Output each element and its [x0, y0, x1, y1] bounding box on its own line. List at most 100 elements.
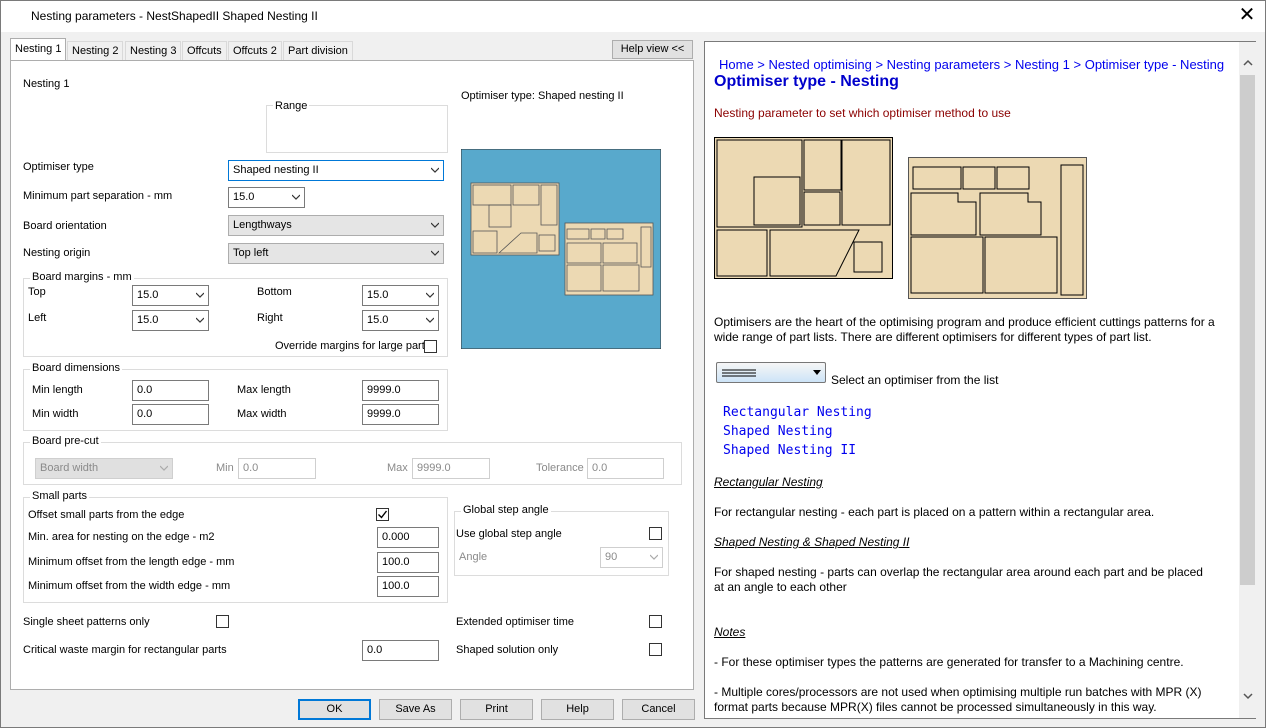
breadcrumb-nesting-1[interactable]: Nesting 1 [1015, 57, 1070, 72]
optimiser-preview-label: Optimiser type: Shaped nesting II [461, 90, 624, 102]
help-button[interactable]: Help [541, 699, 614, 720]
min-area-label: Min. area for nesting on the edge - m2 [28, 531, 215, 543]
single-sheet-checkbox[interactable] [216, 615, 229, 628]
shaped-text: For shaped nesting - parts can overlap t… [714, 565, 1203, 594]
scroll-thumb[interactable] [1240, 75, 1255, 585]
board-orientation-select[interactable]: Lengthways [228, 215, 444, 236]
range-label: Range [273, 100, 310, 112]
chevron-down-icon [196, 317, 204, 323]
angle-select[interactable]: 90 [600, 547, 663, 568]
chevron-down-icon [431, 167, 439, 173]
angle-value: 90 [605, 551, 618, 563]
nesting-origin-select[interactable]: Top left [228, 243, 444, 264]
tab-part-division[interactable]: Part division [283, 41, 353, 60]
offset-small-parts-label: Offset small parts from the edge [28, 509, 185, 521]
optimiser-list-select[interactable] [716, 362, 826, 383]
shaped-solution-checkbox[interactable] [649, 643, 662, 656]
min-length-input[interactable]: 0.0 [132, 380, 209, 401]
tab-offcuts-2[interactable]: Offcuts 2 [228, 41, 282, 60]
range-group [266, 105, 448, 153]
margin-left-label: Left [28, 312, 47, 324]
margin-right-select[interactable]: 15.0 [362, 310, 439, 331]
rect-heading: Rectangular Nesting [714, 475, 823, 489]
shaped-solution-label: Shaped solution only [456, 644, 559, 656]
margin-top-select[interactable]: 15.0 [132, 285, 209, 306]
link-shaped-nesting[interactable]: Shaped Nesting [723, 424, 833, 439]
precut-mode-value: Board width [40, 462, 99, 474]
chevron-down-icon [431, 250, 439, 256]
min-offset-width-label: Minimum offset from the width edge - mm [28, 580, 231, 592]
breadcrumb-home[interactable]: Home [719, 57, 754, 72]
save-as-button[interactable]: Save As [379, 699, 452, 720]
rect-text: For rectangular nesting - each part is p… [714, 505, 1155, 519]
chevron-down-icon [292, 194, 300, 200]
help-title: Optimiser type - Nesting [714, 73, 899, 90]
chevron-down-icon [426, 292, 434, 298]
max-length-label: Max length [237, 384, 291, 396]
scroll-down-icon[interactable] [1243, 692, 1253, 700]
section-title: Nesting 1 [23, 78, 70, 90]
cancel-button[interactable]: Cancel [622, 699, 695, 720]
rectangular-nesting-diagram [714, 137, 893, 279]
min-offset-length-label: Minimum offset from the length edge - mm [28, 556, 235, 568]
max-length-input[interactable]: 9999.0 [362, 380, 439, 401]
scroll-up-icon[interactable] [1243, 59, 1253, 67]
extended-time-label: Extended optimiser time [456, 616, 574, 628]
chevron-down-icon [196, 292, 204, 298]
min-part-separation-select[interactable]: 15.0 [228, 187, 305, 208]
critical-waste-input[interactable]: 0.0 [362, 640, 439, 661]
breadcrumb-nesting-parameters[interactable]: Nesting parameters [887, 57, 1000, 72]
title-bar: Nesting parameters - NestShapedII Shaped… [1, 1, 1265, 32]
optimiser-type-label: Optimiser type [23, 161, 94, 173]
optimiser-type-select[interactable]: Shaped nesting II [228, 160, 444, 181]
link-rectangular-nesting[interactable]: Rectangular Nesting [723, 405, 872, 420]
extended-time-checkbox[interactable] [649, 615, 662, 628]
tab-offcuts[interactable]: Offcuts [182, 41, 227, 60]
optimiser-type-value: Shaped nesting II [233, 164, 319, 176]
min-width-input[interactable]: 0.0 [132, 404, 209, 425]
shaped-heading: Shaped Nesting & Shaped Nesting II [714, 535, 910, 549]
precut-tolerance-input[interactable]: 0.0 [587, 458, 664, 479]
single-sheet-label: Single sheet patterns only [23, 616, 150, 628]
max-width-input[interactable]: 9999.0 [362, 404, 439, 425]
chevron-down-icon [160, 465, 168, 471]
select-optimiser-text: Select an optimiser from the list [831, 373, 999, 387]
help-subtitle: Nesting parameter to set which optimiser… [714, 106, 1011, 120]
use-global-step-label: Use global step angle [456, 528, 562, 540]
precut-min-input[interactable]: 0.0 [238, 458, 316, 479]
precut-mode-select[interactable]: Board width [35, 458, 173, 479]
help-scrollbar[interactable] [1239, 42, 1256, 718]
min-offset-width-input[interactable]: 100.0 [377, 576, 439, 597]
tab-nesting-3[interactable]: Nesting 3 [125, 41, 182, 60]
offset-small-parts-checkbox[interactable] [376, 508, 389, 521]
precut-max-input[interactable]: 9999.0 [412, 458, 490, 479]
critical-waste-label: Critical waste margin for rectangular pa… [23, 644, 227, 656]
override-margins-checkbox[interactable] [424, 340, 437, 353]
min-offset-length-input[interactable]: 100.0 [377, 552, 439, 573]
margin-left-select[interactable]: 15.0 [132, 310, 209, 331]
print-button[interactable]: Print [460, 699, 533, 720]
margin-bottom-label: Bottom [257, 286, 292, 298]
use-global-step-checkbox[interactable] [649, 527, 662, 540]
breadcrumb-optimiser-type[interactable]: Optimiser type - Nesting [1085, 57, 1224, 72]
override-margins-label: Override margins for large parts [275, 340, 431, 352]
breadcrumb-nested-optimising[interactable]: Nested optimising [769, 57, 872, 72]
margin-top-label: Top [28, 286, 46, 298]
tab-nesting-2[interactable]: Nesting 2 [67, 41, 124, 60]
min-length-label: Min length [32, 384, 83, 396]
min-width-label: Min width [32, 408, 79, 420]
global-step-title: Global step angle [461, 504, 551, 516]
margin-bottom-value: 15.0 [367, 289, 389, 301]
precut-max-label: Max [387, 462, 408, 474]
close-icon[interactable]: ✕ [1237, 5, 1257, 25]
min-area-input[interactable]: 0.000 [377, 527, 439, 548]
chevron-down-icon [650, 554, 658, 560]
ok-button[interactable]: OK [298, 699, 371, 720]
nesting-parameters-window: Nesting parameters - NestShapedII Shaped… [0, 0, 1266, 728]
tab-nesting-1[interactable]: Nesting 1 [10, 38, 67, 61]
link-shaped-nesting-ii[interactable]: Shaped Nesting II [723, 443, 856, 458]
help-view-button[interactable]: Help view << [612, 40, 693, 59]
margin-bottom-select[interactable]: 15.0 [362, 285, 439, 306]
margin-right-value: 15.0 [367, 314, 389, 326]
margin-left-value: 15.0 [137, 314, 159, 326]
